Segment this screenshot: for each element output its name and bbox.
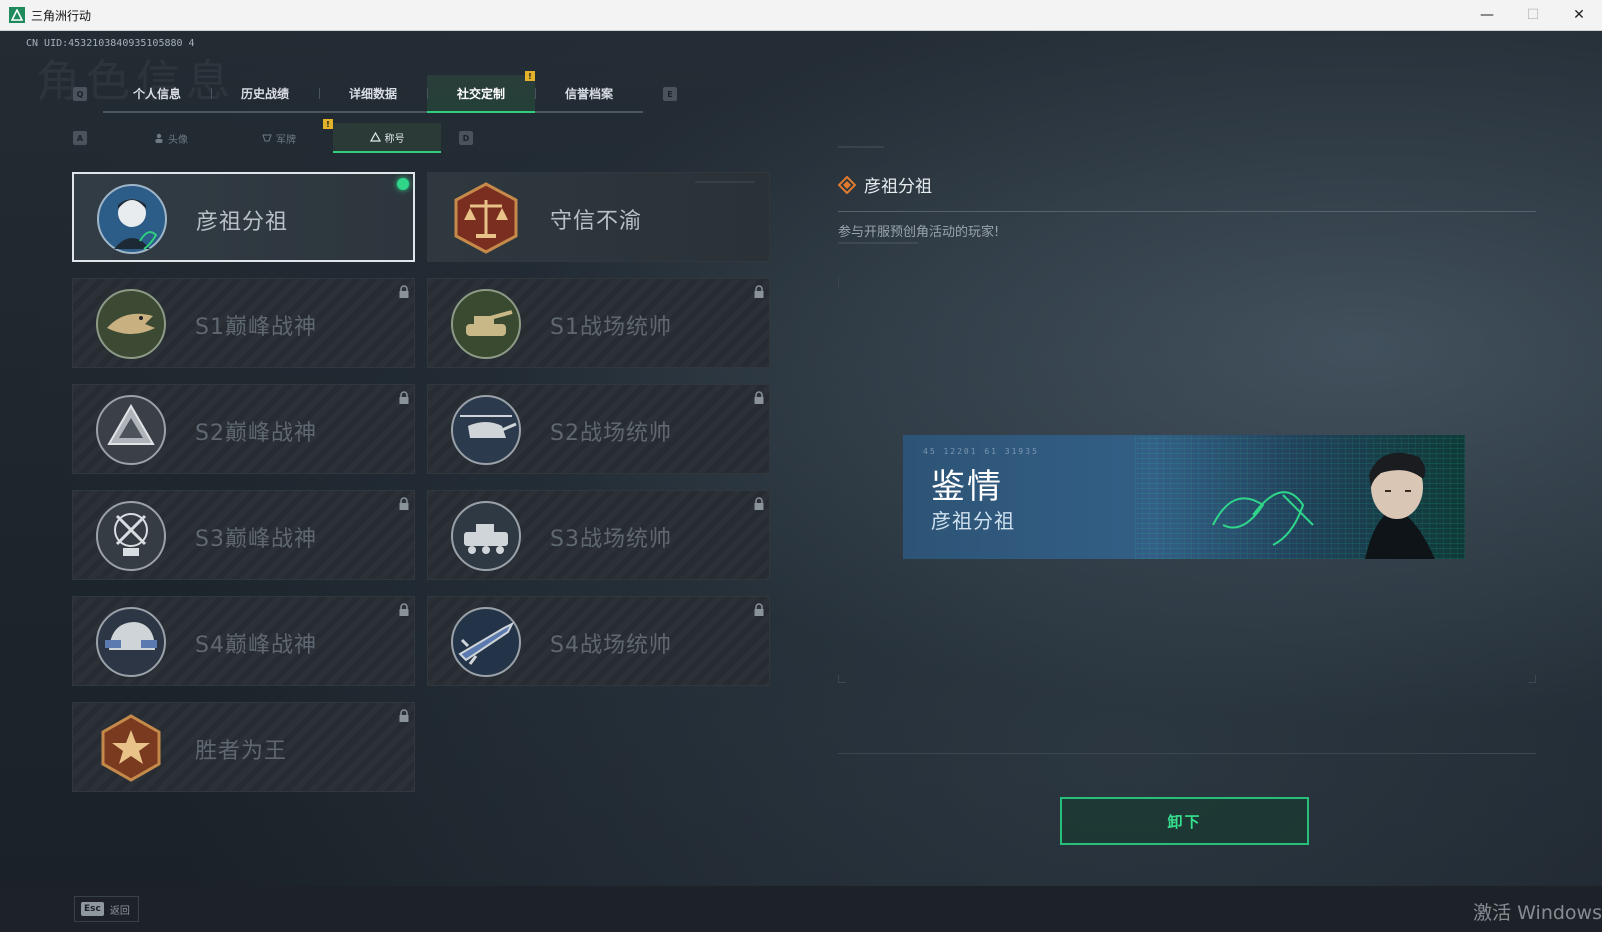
title-label: S4战场统帅 <box>550 633 672 658</box>
close-button[interactable]: ✕ <box>1556 0 1602 31</box>
window-title: 三角洲行动 <box>31 8 92 23</box>
lock-icon <box>399 603 409 616</box>
sub-tab-bar: A 头像 军牌 ! 称号 D <box>73 119 473 153</box>
back-button[interactable]: Esc 返回 <box>74 896 139 922</box>
top-tab-bar: Q 个人信息 历史战绩 详细数据 社交定制 ! 信誉档案 E <box>73 71 677 113</box>
tank-emblem-icon <box>450 288 522 360</box>
title-label: 胜者为王 <box>195 739 288 764</box>
key-hint-d: D <box>459 131 473 145</box>
lock-icon <box>754 603 764 616</box>
medal-emblem-icon <box>95 712 167 784</box>
divider <box>838 211 1536 212</box>
title-card[interactable]: S4巅峰战神 <box>72 596 415 686</box>
divider <box>838 753 1536 754</box>
lock-icon <box>754 497 764 510</box>
globe-emblem-icon <box>95 500 167 572</box>
tab-social-custom-label: 社交定制 <box>456 86 505 101</box>
title-label: S2战场统帅 <box>550 421 672 446</box>
preview-main-text: 鉴情 <box>931 467 1003 507</box>
lock-icon <box>399 391 409 404</box>
decor-line <box>838 146 884 148</box>
back-label: 返回 <box>109 905 130 917</box>
subtab-avatar-label: 头像 <box>168 134 188 146</box>
tab-social-custom[interactable]: 社交定制 ! <box>427 71 535 113</box>
preview-code: 45 12201 61 31935 <box>923 447 1039 456</box>
detail-header: 彦祖分祖 <box>838 172 932 197</box>
maximize-button[interactable]: ☐ <box>1510 0 1556 31</box>
decor-line <box>838 242 918 244</box>
title-label: S4巅峰战神 <box>195 633 317 658</box>
unequip-button[interactable]: 卸下 <box>1060 797 1309 845</box>
tab-personal-info[interactable]: 个人信息 <box>103 75 211 111</box>
esc-key-hint: Esc <box>81 902 104 916</box>
tab-history[interactable]: 历史战绩 <box>211 75 319 111</box>
subtab-title[interactable]: 称号 <box>333 123 441 153</box>
triangle-icon <box>369 132 381 142</box>
title-card[interactable]: S2战场统帅 <box>427 384 770 474</box>
title-card[interactable]: S1战场统帅 <box>427 278 770 368</box>
subtab-dogtag[interactable]: 军牌 ! <box>225 119 333 153</box>
preview-sub-text: 彦祖分祖 <box>931 509 1015 533</box>
footer-bar: Esc 返回 激活 Windows <box>0 886 1602 932</box>
portrait-emblem-icon <box>96 183 168 255</box>
portrait-icon <box>1365 452 1435 559</box>
player-uid: CN UID:4532103840935105880 4 <box>26 38 195 49</box>
lock-icon <box>754 391 764 404</box>
title-label: S1巅峰战神 <box>195 315 317 340</box>
lock-icon <box>399 709 409 722</box>
title-card[interactable]: S2巅峰战神 <box>72 384 415 474</box>
subtab-dogtag-label: 军牌 <box>276 134 296 146</box>
title-label: 守信不渝 <box>550 209 643 234</box>
scales-emblem-icon <box>450 182 522 254</box>
warning-badge: ! <box>323 119 333 129</box>
minimize-button[interactable]: — <box>1464 0 1510 31</box>
window-titlebar: 三角洲行动 — ☐ ✕ <box>0 0 1602 31</box>
warning-badge: ! <box>525 71 535 81</box>
key-hint-q: Q <box>73 87 87 101</box>
equipped-indicator <box>397 178 409 190</box>
title-card[interactable]: S3战场统帅 <box>427 490 770 580</box>
signature-icon <box>1212 491 1314 546</box>
person-icon <box>155 133 163 143</box>
game-area: 角色信息 CN UID:4532103840935105880 4 Q 个人信息… <box>0 31 1602 932</box>
triangle-emblem-icon <box>95 394 167 466</box>
armored-vehicle-emblem-icon <box>450 500 522 572</box>
lock-icon <box>399 497 409 510</box>
helicopter-emblem-icon <box>450 394 522 466</box>
tab-detailed-data[interactable]: 详细数据 <box>319 75 427 111</box>
helmet-emblem-icon <box>95 606 167 678</box>
subtab-avatar[interactable]: 头像 <box>117 123 225 153</box>
missile-emblem-icon <box>450 606 522 678</box>
subtab-title-label: 称号 <box>384 133 405 145</box>
title-preview-card: 45 12201 61 31935 鉴情 彦祖分祖 <box>903 435 1465 559</box>
title-card[interactable]: 胜者为王 <box>72 702 415 792</box>
lock-icon <box>754 285 764 298</box>
detail-title: 彦祖分祖 <box>864 177 932 197</box>
lock-icon <box>399 285 409 298</box>
title-label: S3巅峰战神 <box>195 527 317 552</box>
dogtag-icon <box>262 134 272 142</box>
title-label: 彦祖分祖 <box>196 210 289 235</box>
title-label: S2巅峰战神 <box>195 421 317 446</box>
crocodile-emblem-icon <box>95 288 167 360</box>
title-card[interactable]: 守信不渝 <box>427 172 770 262</box>
app-logo-icon <box>9 7 25 23</box>
title-label: S1战场统帅 <box>550 315 672 340</box>
key-hint-a: A <box>73 131 87 145</box>
windows-activation-watermark: 激活 Windows <box>1473 902 1602 924</box>
detail-description: 参与开服预创角活动的玩家! <box>838 225 1000 240</box>
title-card[interactable]: S1巅峰战神 <box>72 278 415 368</box>
key-hint-e: E <box>663 87 677 101</box>
title-label: S3战场统帅 <box>550 527 672 552</box>
diamond-icon <box>838 175 856 194</box>
title-card[interactable]: S4战场统帅 <box>427 596 770 686</box>
title-card[interactable]: S3巅峰战神 <box>72 490 415 580</box>
tab-credit-record[interactable]: 信誉档案 <box>535 75 643 111</box>
title-card[interactable]: 彦祖分祖 <box>72 172 415 262</box>
